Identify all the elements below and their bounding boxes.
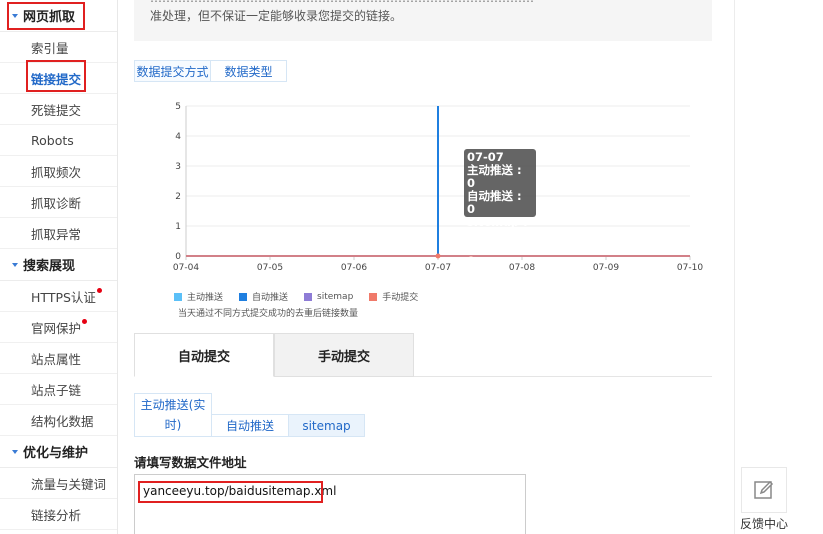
- edit-icon: [754, 480, 774, 499]
- new-dot-icon: [96, 287, 102, 293]
- tab-data-type[interactable]: 数据类型: [210, 60, 287, 82]
- caret-down-icon: [12, 262, 18, 267]
- sidebar-section-crawl[interactable]: 网页抓取: [0, 0, 117, 32]
- x-tick-label: 07-09: [593, 263, 619, 273]
- tooltip-row: 自动推送 : 0: [467, 189, 522, 216]
- feedback-button[interactable]: [741, 467, 787, 513]
- tooltip-row: 主动推送 : 0: [467, 163, 522, 190]
- x-tick-label: 07-04: [173, 263, 199, 273]
- tooltip-row: sitemap : 0: [467, 215, 528, 242]
- legend-item[interactable]: sitemap: [304, 290, 353, 303]
- sidebar-item-crawl-error[interactable]: 抓取异常: [0, 218, 117, 249]
- caret-down-icon: [12, 449, 18, 454]
- legend-item[interactable]: 自动推送: [239, 290, 288, 303]
- x-tick-label: 07-05: [257, 263, 283, 273]
- sidebar: 网页抓取 索引量 链接提交 死链提交 Robots 抓取频次 抓取诊断 抓取异常…: [0, 0, 118, 534]
- x-tick-label: 07-10: [677, 263, 703, 273]
- feedback-label: 反馈中心: [740, 517, 789, 531]
- sitemap-field-label: 请填写数据文件地址: [134, 455, 247, 470]
- legend-swatch: [239, 292, 248, 301]
- y-tick-label: 4: [175, 132, 181, 142]
- sidebar-item-index[interactable]: 索引量: [0, 32, 117, 63]
- sidebar-section-title: 优化与维护: [23, 446, 89, 461]
- tab-auto-push[interactable]: 自动推送: [211, 414, 289, 437]
- chart-legend: 主动推送 自动推送 sitemap 手动提交: [174, 290, 434, 303]
- sidebar-section-title: 网页抓取: [23, 10, 76, 25]
- legend-item[interactable]: 主动推送: [174, 290, 223, 303]
- notice-line: ……………………………………………………………………………………: [150, 0, 534, 5]
- tab-auto-submit[interactable]: 自动提交: [134, 333, 274, 377]
- notice-box: …………………………………………………………………………………… 准处理，但不保…: [134, 0, 712, 41]
- sidebar-item-robots[interactable]: Robots: [0, 125, 117, 156]
- x-tick-label: 07-07: [425, 263, 451, 273]
- sidebar-item-site-attr[interactable]: 站点属性: [0, 343, 117, 374]
- tab-sitemap[interactable]: sitemap: [288, 414, 365, 437]
- chart-note: 当天通过不同方式提交成功的去重后链接数量: [178, 309, 359, 319]
- sidebar-section-title: 搜索展现: [23, 259, 76, 274]
- tooltip-row: 手动提交 : 0: [467, 241, 522, 268]
- sidebar-item-structured-data[interactable]: 结构化数据: [0, 405, 117, 436]
- sidebar-item-link-analysis[interactable]: 链接分析: [0, 499, 117, 530]
- sidebar-section-optimize[interactable]: 优化与维护: [0, 436, 117, 468]
- sidebar-item-sitelinks[interactable]: 站点子链: [0, 374, 117, 405]
- sidebar-item-crawl-diagnosis[interactable]: 抓取诊断: [0, 187, 117, 218]
- main-content: …………………………………………………………………………………… 准处理，但不保…: [118, 0, 735, 534]
- new-dot-icon: [82, 318, 88, 324]
- chart-tooltip: 07-07 主动推送 : 0 自动推送 : 0 sitemap : 0 手动提交…: [464, 149, 536, 268]
- legend-item[interactable]: 手动提交: [369, 290, 418, 303]
- sidebar-item-link-submit[interactable]: 链接提交: [0, 63, 117, 94]
- sidebar-item-dead-link[interactable]: 死链提交: [0, 94, 117, 125]
- y-tick-label: 3: [175, 162, 181, 172]
- sidebar-item-traffic[interactable]: 流量与关键词: [0, 468, 117, 499]
- y-tick-label: 5: [175, 102, 181, 112]
- legend-swatch: [174, 292, 182, 301]
- line-chart: 01234507-04 07-05 07-06 07-07 07-08 07-09 07-1…: [173, 102, 703, 273]
- data-point: [435, 253, 441, 259]
- notice-line: 准处理，但不保证一定能够收录您提交的链接。: [150, 9, 403, 23]
- x-tick-label: 07-06: [341, 263, 367, 273]
- tab-manual-submit[interactable]: 手动提交: [274, 333, 414, 377]
- y-tick-label: 2: [175, 192, 181, 202]
- submit-tabs: 自动提交 手动提交: [134, 333, 712, 377]
- legend-swatch: [304, 292, 313, 301]
- highlight-box: [138, 481, 323, 503]
- chart-tabs: 数据提交方式 数据类型: [134, 60, 287, 82]
- tab-active-push[interactable]: 主动推送(实时): [134, 393, 212, 437]
- sidebar-item-https[interactable]: HTTPS认证: [0, 281, 117, 312]
- tab-submit-method[interactable]: 数据提交方式: [134, 60, 211, 82]
- caret-down-icon: [12, 13, 18, 18]
- y-tick-label: 1: [175, 222, 181, 232]
- sidebar-item-crawl-frequency[interactable]: 抓取频次: [0, 156, 117, 187]
- sidebar-item-official-protect[interactable]: 官网保护: [0, 312, 117, 343]
- legend-swatch: [369, 292, 378, 301]
- sitemap-url-textarea[interactable]: yanceeyu.top/baidusitemap.xml: [134, 474, 526, 534]
- y-tick-label: 0: [175, 252, 181, 262]
- sidebar-section-search[interactable]: 搜索展现: [0, 249, 117, 281]
